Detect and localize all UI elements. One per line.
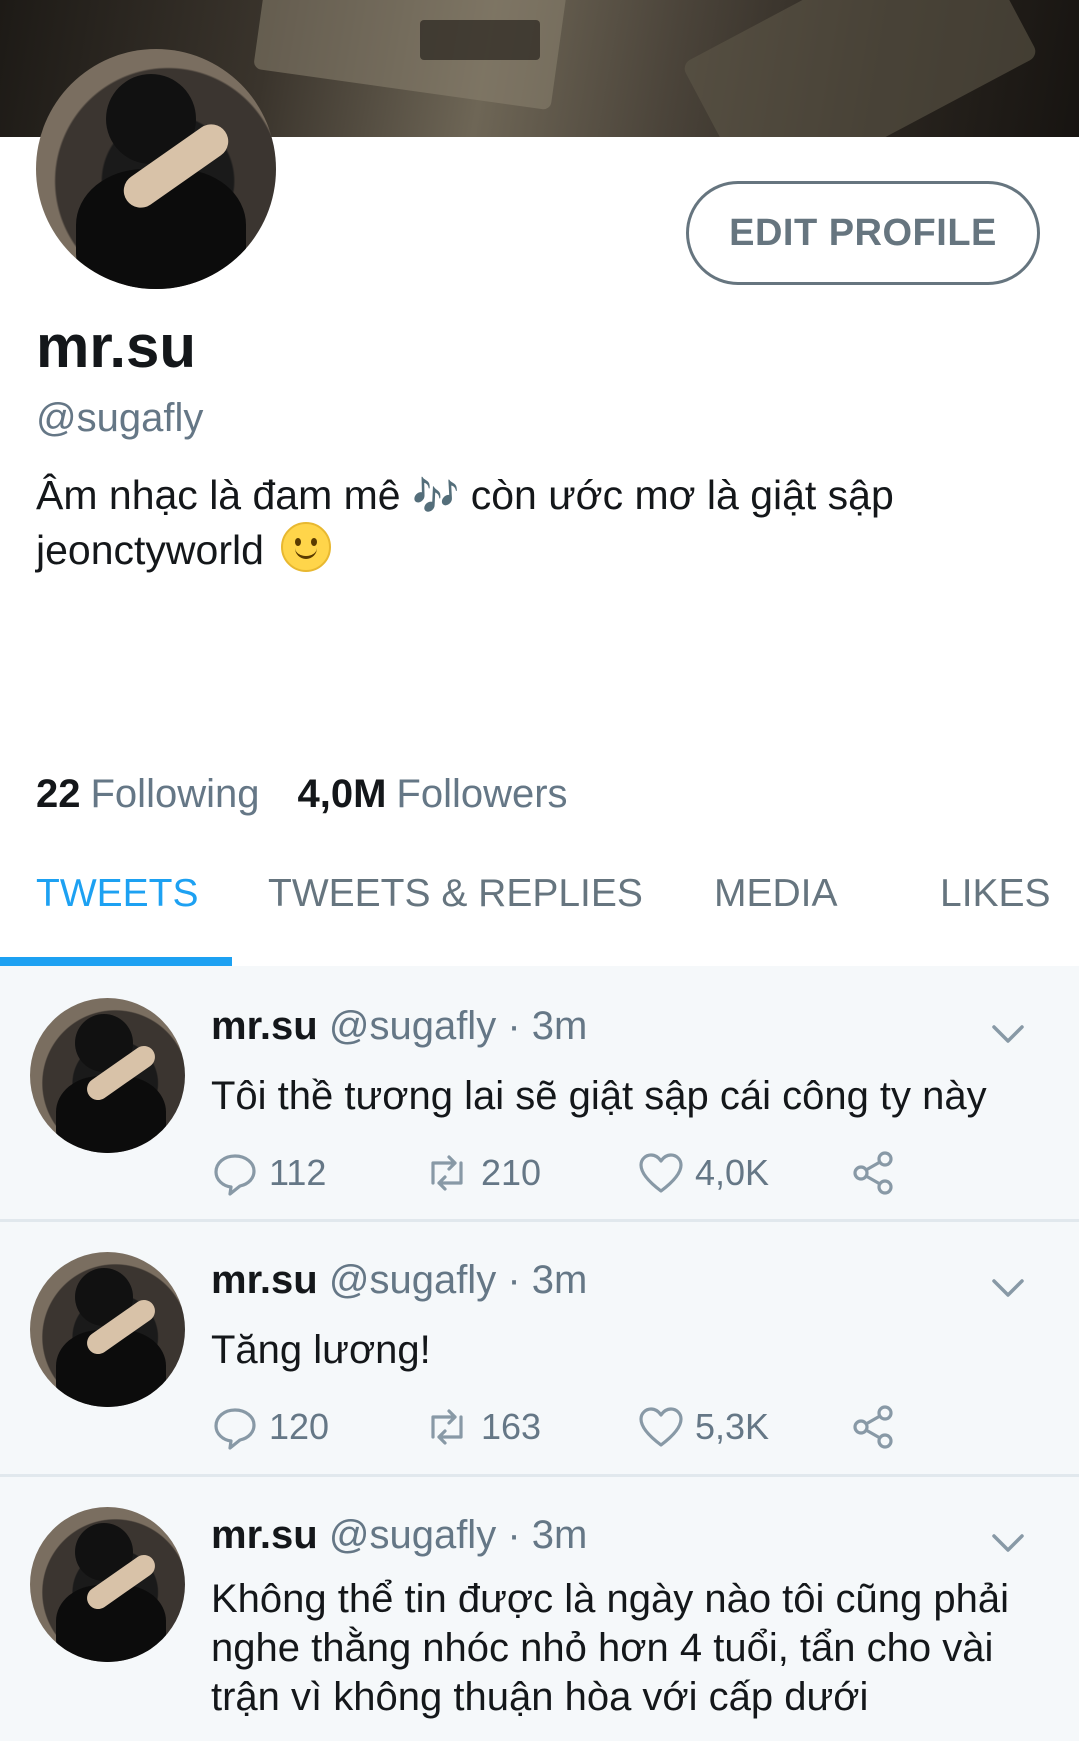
active-tab-indicator [0, 957, 232, 966]
reply-count: 112 [269, 1152, 327, 1193]
like-count: 5,3K [695, 1406, 770, 1447]
chevron-down-icon[interactable] [990, 1270, 1026, 1306]
heart-icon [639, 1407, 683, 1447]
tweet-header: mr.su @sugafly · 3m [211, 1258, 587, 1303]
share-button[interactable] [849, 1148, 897, 1198]
share-button[interactable] [849, 1402, 897, 1452]
profile-handle: @sugafly [36, 396, 204, 440]
share-icon [853, 1405, 893, 1449]
retweet-count: 163 [481, 1406, 542, 1447]
tweet-time: · 3m [507, 1258, 588, 1302]
tweet-header: mr.su @sugafly · 3m [211, 1004, 587, 1049]
tweet-author-handle[interactable]: @sugafly [329, 1513, 496, 1557]
following-count: 22 [36, 772, 81, 816]
retweet-count: 210 [481, 1152, 542, 1193]
tweet-item[interactable]: mr.su @sugafly · 3m Không thể tin được l… [0, 1477, 1079, 1741]
tweet-text: Tôi thề tương lai sẽ giật sập cái công t… [211, 1074, 987, 1118]
tweet-author-handle[interactable]: @sugafly [329, 1258, 496, 1302]
chevron-down-icon[interactable] [990, 1016, 1026, 1052]
like-button[interactable]: 4,0K [637, 1148, 769, 1198]
profile-avatar[interactable] [36, 49, 276, 289]
tab-tweets[interactable]: TWEETS [36, 872, 199, 916]
tweet-actions: 120 163 5,3K [211, 1402, 911, 1452]
profile-stats: 22 Following 4,0M Followers [36, 772, 568, 817]
edit-profile-button[interactable]: EDIT PROFILE [686, 181, 1040, 285]
followers-label: Followers [396, 772, 568, 816]
tweet-item[interactable]: mr.su @sugafly · 3m Tăng lương! 120 163 … [0, 1222, 1079, 1477]
bio-text-2: còn ước mơ là giật sập [459, 472, 894, 518]
bio-text-1: Âm nhạc là đam mê [36, 472, 401, 518]
tweet-author-name[interactable]: mr.su [211, 1513, 318, 1557]
like-button[interactable]: 5,3K [637, 1402, 769, 1452]
retweet-button[interactable]: 210 [423, 1148, 541, 1198]
tweet-header: mr.su @sugafly · 3m [211, 1513, 587, 1558]
tab-likes[interactable]: LIKES [940, 872, 1051, 916]
tweet-feed: mr.su @sugafly · 3m Tôi thề tương lai sẽ… [0, 966, 1079, 1741]
share-icon [853, 1151, 893, 1195]
like-count: 4,0K [695, 1152, 770, 1193]
reply-icon [214, 1154, 256, 1196]
tweet-author-handle[interactable]: @sugafly [329, 1004, 496, 1048]
chevron-down-icon[interactable] [990, 1525, 1026, 1561]
tweet-actions: 112 210 4,0K [211, 1148, 911, 1198]
tweet-avatar[interactable] [30, 1507, 185, 1662]
profile-tabs: TWEETS TWEETS & REPLIES MEDIA LIKES [0, 862, 1079, 966]
reply-button[interactable]: 112 [211, 1148, 326, 1198]
followers-count: 4,0M [297, 772, 387, 816]
tab-media[interactable]: MEDIA [714, 872, 838, 916]
tweet-time: · 3m [507, 1513, 588, 1557]
tab-tweets-replies[interactable]: TWEETS & REPLIES [268, 872, 643, 916]
followers-stat[interactable]: 4,0M Followers [297, 772, 567, 817]
display-name: mr.su [36, 313, 197, 380]
tweet-text: Không thể tin được là ngày nào tôi cũng … [211, 1577, 1010, 1719]
reply-count: 120 [269, 1406, 330, 1447]
reply-icon [214, 1408, 256, 1450]
tweet-author-name[interactable]: mr.su [211, 1004, 318, 1048]
tweet-item[interactable]: mr.su @sugafly · 3m Tôi thề tương lai sẽ… [0, 966, 1079, 1222]
tweet-avatar[interactable] [30, 998, 185, 1153]
reply-button[interactable]: 120 [211, 1402, 329, 1452]
retweet-button[interactable]: 163 [423, 1402, 541, 1452]
tweet-text: Tăng lương! [211, 1328, 431, 1372]
heart-icon [639, 1153, 683, 1193]
tweet-author-name[interactable]: mr.su [211, 1258, 318, 1302]
music-notes-icon: 🎶 [412, 476, 460, 518]
bio-text-3: jeonctyworld [36, 527, 264, 573]
retweet-icon [431, 1409, 463, 1445]
retweet-icon [431, 1155, 463, 1191]
profile-bio: Âm nhạc là đam mê 🎶 còn ước mơ là giật s… [36, 470, 1016, 575]
following-stat[interactable]: 22 Following [36, 772, 259, 817]
tweet-avatar[interactable] [30, 1252, 185, 1407]
following-label: Following [90, 772, 260, 816]
tweet-time: · 3m [507, 1004, 588, 1048]
smile-emoji-icon [281, 522, 332, 572]
